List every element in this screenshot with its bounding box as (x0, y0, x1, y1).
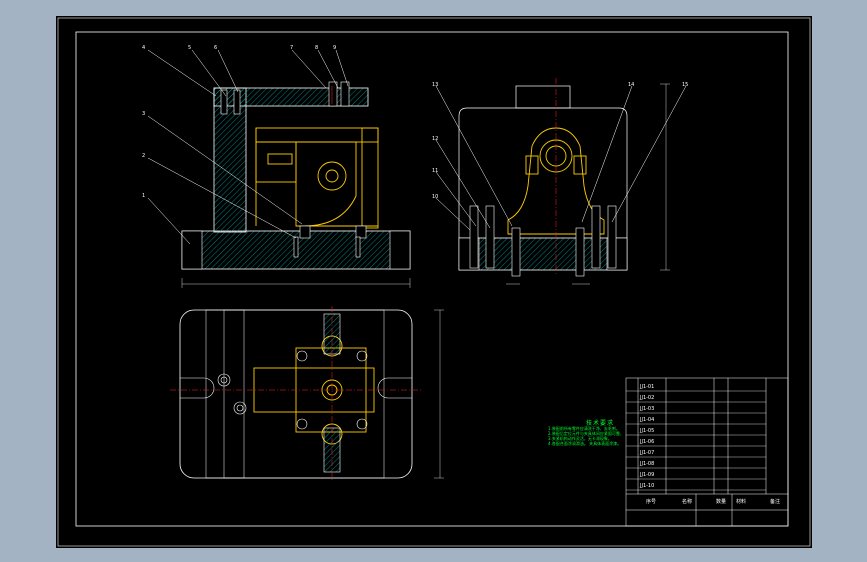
label-1: 1 (142, 193, 146, 199)
front-workpiece (255, 127, 379, 229)
label-13: 13 (432, 82, 439, 88)
label-11: 11 (432, 168, 439, 174)
title-block-cell: JJ1-02 (639, 395, 654, 401)
tech-requirements-list: 1.装配前所有零件应清洗干净，去毛刺。 2.装配后定位元件与夹具体间应紧固可靠，… (548, 426, 658, 446)
title-block-cell: JJ1-10 (639, 483, 654, 489)
tb-footer-index: 序号 (646, 499, 657, 505)
label-12: 12 (432, 136, 439, 142)
label-4: 4 (142, 45, 146, 51)
label-9: 9 (333, 45, 337, 51)
title-block-cell: JJ1-09 (639, 472, 654, 478)
label-8: 8 (315, 45, 319, 51)
title-block-cell: JJ1-04 (639, 417, 654, 423)
cad-viewport[interactable]: JJ1-01 JJ1-02 JJ1-03 JJ1-04 JJ1-05 JJ1-06 JJ1-… (56, 16, 812, 548)
side-base (458, 237, 628, 271)
title-block-cell: JJ1-07 (639, 450, 654, 456)
tech-line: 4.各配合面涂润滑油。 夹具体表面涂漆。 (548, 441, 622, 446)
tb-footer-remark: 备注 (770, 499, 781, 505)
label-15: 15 (682, 82, 689, 88)
front-view (147, 49, 411, 288)
label-7: 7 (290, 45, 294, 51)
tb-footer-name: 名称 (682, 499, 693, 505)
label-14: 14 (628, 82, 635, 88)
title-block-cell: JJ1-08 (639, 461, 654, 467)
top-view (170, 306, 444, 482)
front-column (213, 87, 247, 233)
title-block-cell: JJ1-01 (639, 384, 654, 390)
label-2: 2 (142, 153, 146, 159)
inner-border (75, 31, 789, 527)
label-6: 6 (214, 45, 218, 51)
side-view (435, 78, 687, 285)
tb-footer-qty: 数量 (716, 499, 727, 505)
outer-border (57, 17, 811, 547)
tb-footer-material: 材料 (736, 499, 747, 505)
label-3: 3 (142, 111, 146, 117)
label-5: 5 (188, 45, 192, 51)
title-block-cell: JJ1-03 (639, 406, 654, 412)
assembly-drawing: JJ1-01JJ1-02JJ1-03JJ1-04JJ1-05JJ1-06JJ1-… (57, 17, 811, 547)
label-10: 10 (432, 194, 439, 200)
